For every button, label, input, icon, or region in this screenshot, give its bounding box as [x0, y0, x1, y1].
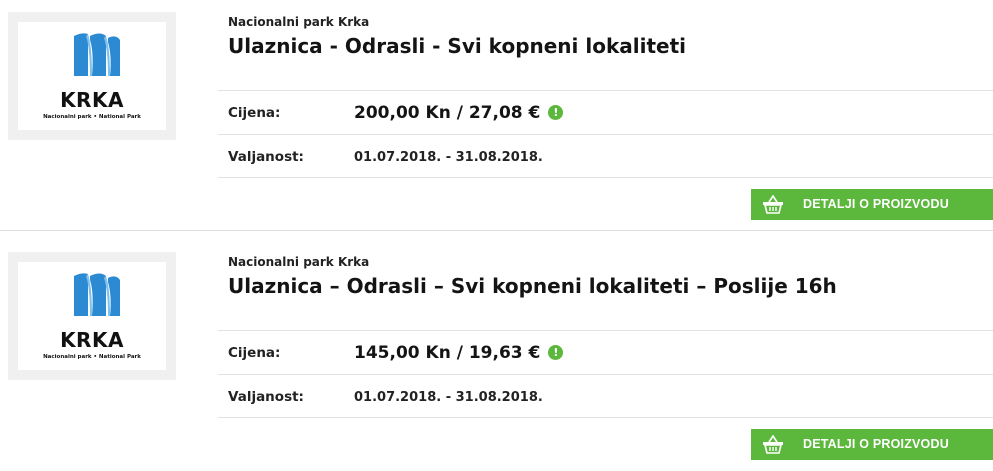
divider — [218, 330, 993, 331]
product-details-button[interactable]: DETALJI O PROIZVODU — [751, 429, 993, 460]
product-card: KRKA Nacionalni park • National Park Nac… — [0, 240, 993, 471]
krka-logo: KRKA Nacionalni park • National Park — [18, 22, 166, 130]
waterfall-logo-icon — [74, 273, 120, 316]
product-separator — [0, 230, 993, 231]
krka-logo: KRKA Nacionalni park • National Park — [18, 262, 166, 370]
product-brand: Nacionalni park Krka — [228, 255, 370, 269]
price-text: 145,00 Kn / 19,63 € — [354, 343, 541, 363]
price-value: 200,00 Kn / 27,08 €! — [354, 103, 564, 123]
product-title[interactable]: Ulaznica – Odrasli – Svi kopneni lokalit… — [228, 274, 837, 298]
price-value: 145,00 Kn / 19,63 €! — [354, 343, 564, 363]
logo-wordmark: KRKA — [60, 88, 124, 112]
product-details-button-label: DETALJI O PROIZVODU — [803, 437, 949, 451]
basket-icon — [763, 435, 783, 454]
divider — [218, 417, 993, 418]
validity-label: Valjanost: — [228, 149, 304, 165]
logo-wordmark: KRKA — [60, 328, 124, 352]
product-details-button[interactable]: DETALJI O PROIZVODU — [751, 189, 993, 220]
divider — [218, 374, 993, 375]
divider — [218, 134, 993, 135]
waterfall-logo-icon — [74, 33, 120, 76]
price-label: Cijena: — [228, 105, 281, 121]
validity-label: Valjanost: — [228, 389, 304, 405]
product-details-button-label: DETALJI O PROIZVODU — [803, 197, 949, 211]
logo-subtitle: Nacionalni park • National Park — [43, 354, 141, 360]
price-info-icon[interactable]: ! — [548, 345, 564, 360]
validity-value: 01.07.2018. - 31.08.2018. — [354, 150, 543, 165]
product-image[interactable]: KRKA Nacionalni park • National Park — [8, 252, 176, 380]
price-info-icon[interactable]: ! — [548, 105, 564, 120]
product-brand: Nacionalni park Krka — [228, 15, 370, 29]
basket-icon — [763, 195, 783, 214]
validity-value: 01.07.2018. - 31.08.2018. — [354, 390, 543, 405]
logo-subtitle: Nacionalni park • National Park — [43, 114, 141, 120]
divider — [218, 177, 993, 178]
price-text: 200,00 Kn / 27,08 € — [354, 103, 541, 123]
divider — [218, 90, 993, 91]
product-image[interactable]: KRKA Nacionalni park • National Park — [8, 12, 176, 140]
product-card: KRKA Nacionalni park • National Park Nac… — [0, 0, 993, 231]
price-label: Cijena: — [228, 345, 281, 361]
product-title[interactable]: Ulaznica - Odrasli - Svi kopneni lokalit… — [228, 34, 686, 58]
